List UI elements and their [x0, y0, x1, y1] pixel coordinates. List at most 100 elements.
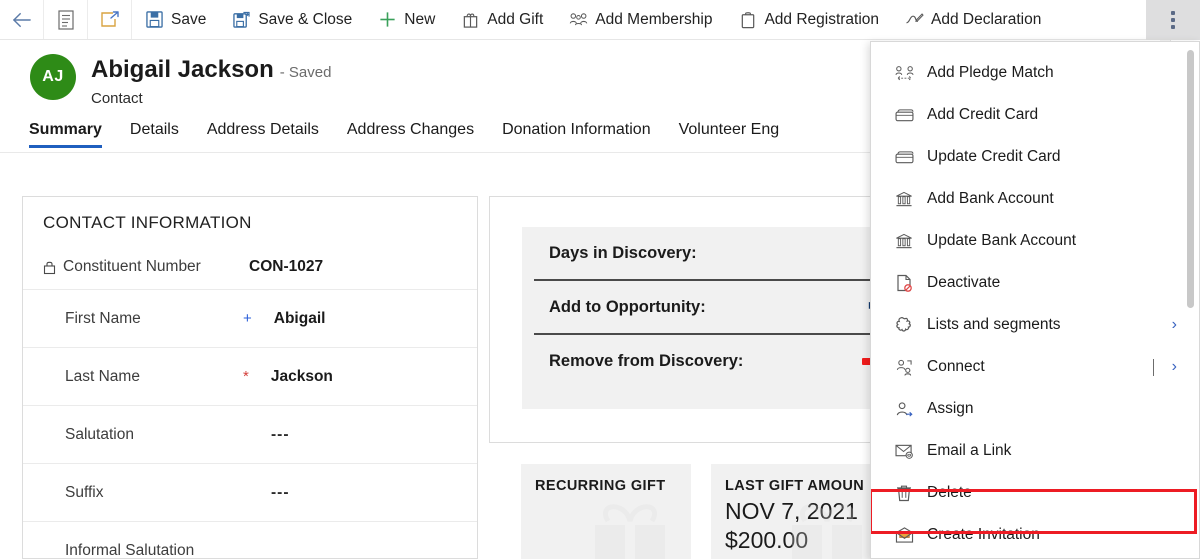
tile-last-gift-amount[interactable]: LAST GIFT AMOUN NOV 7, 2021 $200.00: [711, 464, 888, 559]
tab-address-details-label: Address Details: [206, 121, 319, 138]
salutation-text: Salutation: [65, 425, 134, 443]
add-gift-button[interactable]: Add Gift: [448, 0, 556, 39]
menu-item-label: Deactivate: [927, 274, 1001, 291]
tab-summary-label: Summary: [29, 121, 102, 138]
tab-donation-information[interactable]: Donation Information: [488, 112, 665, 148]
record-saved-state: - Saved: [279, 64, 332, 81]
pledge-match-icon: [893, 63, 915, 83]
save-label: Save: [171, 10, 207, 28]
gift-icon: [461, 10, 480, 29]
tile-last-gift-amount-title: LAST GIFT AMOUN: [725, 478, 865, 494]
more-commands-button[interactable]: [1146, 0, 1200, 40]
email-link-icon: [893, 441, 915, 461]
registration-icon: [738, 10, 757, 29]
add-declaration-label: Add Declaration: [931, 10, 1042, 28]
kebab-dot-1: [1171, 10, 1175, 15]
connect-icon: [893, 357, 915, 377]
menu-item-label: Email a Link: [927, 442, 1012, 459]
popout-button[interactable]: [88, 0, 132, 39]
chevron-right-icon[interactable]: ›: [1172, 316, 1191, 334]
bank-icon: [893, 231, 915, 251]
lock-icon: [43, 260, 57, 275]
add-registration-label: Add Registration: [764, 10, 880, 28]
informal-salutation-text: Informal Salutation: [65, 541, 195, 559]
deactivate-icon: [893, 273, 915, 293]
save-button[interactable]: Save: [132, 0, 219, 39]
menu-item-label: Update Credit Card: [927, 148, 1061, 165]
assign-icon: [893, 399, 915, 419]
discovery-card: Days in Discovery: Add to Opportunity: ✚…: [489, 196, 888, 443]
tab-volunteer-engagement[interactable]: Volunteer Eng: [665, 112, 794, 148]
plus-icon: [378, 10, 397, 29]
tab-donation-information-label: Donation Information: [502, 121, 651, 138]
field-suffix[interactable]: Suffix ---: [23, 463, 477, 521]
field-informal-salutation[interactable]: Informal Salutation: [23, 521, 477, 559]
menu-item-update-bank-account[interactable]: Update Bank Account: [871, 220, 1199, 262]
tile-recurring-gift[interactable]: RECURRING GIFT: [521, 464, 691, 559]
menu-item-add-pledge-match[interactable]: Add Pledge Match: [871, 52, 1199, 94]
add-membership-button[interactable]: Add Membership: [556, 0, 725, 39]
add-registration-button[interactable]: Add Registration: [725, 0, 892, 39]
menu-item-label: Add Pledge Match: [927, 64, 1054, 81]
discovery-box: Days in Discovery: Add to Opportunity: ✚…: [522, 227, 888, 409]
gift-watermark-icon: [595, 504, 665, 559]
menu-item-label: Connect: [927, 358, 985, 375]
menu-item-assign[interactable]: Assign: [871, 388, 1199, 430]
tab-details-label: Details: [129, 121, 179, 138]
suffix-text: Suffix: [65, 483, 104, 501]
tab-address-changes[interactable]: Address Changes: [333, 112, 488, 148]
first-name-text: First Name: [65, 309, 141, 327]
discovery-row-add-opportunity[interactable]: Add to Opportunity: ✚: [522, 281, 888, 333]
menu-item-add-bank-account[interactable]: Add Bank Account: [871, 178, 1199, 220]
last-name-text: Last Name: [65, 367, 140, 385]
menu-item-label: Create Invitation: [927, 526, 1040, 543]
field-salutation[interactable]: Salutation ---: [23, 405, 477, 463]
field-constituent-number[interactable]: Constituent Number CON-1027: [23, 245, 477, 289]
add-membership-label: Add Membership: [595, 10, 713, 28]
back-button[interactable]: [0, 0, 44, 39]
field-last-name-label: Last Name: [43, 368, 243, 386]
form-selector-button[interactable]: [44, 0, 88, 39]
add-declaration-button[interactable]: Add Declaration: [892, 0, 1054, 39]
bank-icon: [893, 189, 915, 209]
contact-information-title: CONTACT INFORMATION: [43, 213, 252, 232]
form-selector-icon: [57, 9, 74, 30]
menu-item-update-credit-card[interactable]: Update Credit Card: [871, 136, 1199, 178]
menu-item-label: Delete: [927, 484, 972, 501]
field-suffix-label: Suffix: [43, 484, 243, 502]
tab-address-details[interactable]: Address Details: [193, 112, 333, 148]
save-icon: [145, 10, 164, 29]
record-name: Abigail Jackson: [91, 56, 274, 83]
back-icon: [12, 12, 31, 27]
menu-item-email-a-link[interactable]: Email a Link: [871, 430, 1199, 472]
chevron-right-icon[interactable]: ›: [1172, 358, 1191, 376]
save-and-close-button[interactable]: Save & Close: [219, 0, 365, 39]
kebab-dot-2: [1171, 17, 1175, 22]
tab-summary[interactable]: Summary: [15, 112, 116, 148]
popout-icon: [100, 10, 119, 27]
credit-card-icon: [893, 147, 915, 167]
menu-item-deactivate[interactable]: Deactivate: [871, 262, 1199, 304]
constituent-number-text: Constituent Number: [63, 258, 201, 275]
save-and-close-label: Save & Close: [258, 10, 353, 28]
field-first-name[interactable]: First Name + Abigail: [23, 289, 477, 347]
field-last-name[interactable]: Last Name * Jackson: [23, 347, 477, 405]
discovery-row-remove[interactable]: Remove from Discovery:: [522, 335, 888, 387]
save-close-icon: [232, 10, 251, 29]
flyout-scrollbar-thumb[interactable]: [1187, 50, 1194, 308]
days-in-discovery-label: Days in Discovery:: [549, 243, 697, 262]
menu-item-add-credit-card[interactable]: Add Credit Card: [871, 94, 1199, 136]
field-suffix-value: ---: [271, 483, 290, 501]
menu-item-lists-and-segments[interactable]: Lists and segments ›: [871, 304, 1199, 346]
new-button[interactable]: New: [365, 0, 448, 39]
declaration-icon: [905, 10, 924, 29]
discovery-row-days: Days in Discovery:: [522, 227, 888, 279]
credit-card-icon: [893, 105, 915, 125]
contact-information-card: CONTACT INFORMATION Constituent Number C…: [22, 196, 478, 559]
tab-volunteer-engagement-label: Volunteer Eng: [678, 121, 780, 138]
field-informal-salutation-label: Informal Salutation: [43, 542, 243, 559]
menu-item-connect[interactable]: Connect ›: [871, 346, 1199, 388]
tab-details[interactable]: Details: [116, 112, 193, 148]
menu-item-create-invitation[interactable]: Create Invitation: [871, 514, 1199, 556]
menu-item-delete[interactable]: Delete: [871, 472, 1199, 514]
